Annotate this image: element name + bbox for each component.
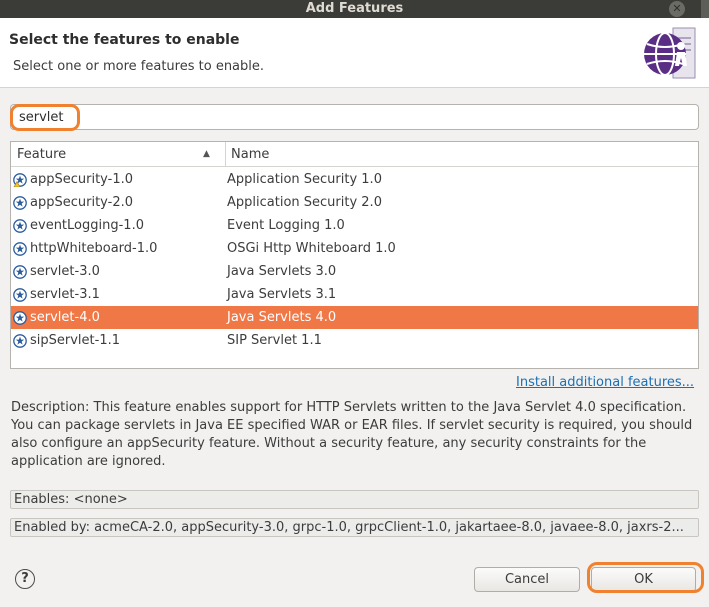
cancel-button[interactable]: Cancel — [474, 567, 580, 592]
cell-name: Java Servlets 3.1 — [227, 287, 337, 302]
help-icon: ? — [21, 571, 29, 586]
cell-feature: appSecurity-1.0 — [30, 172, 133, 187]
feature-warning-icon — [13, 173, 27, 187]
cell-feature: servlet-3.0 — [30, 264, 100, 279]
enables-field: Enables: <none> — [10, 490, 699, 509]
column-header-name[interactable]: Name — [227, 142, 269, 167]
titlebar-edge — [701, 0, 709, 18]
cell-feature: appSecurity-2.0 — [30, 195, 133, 210]
table-header: Feature ▲ Name — [11, 142, 698, 167]
filter-input[interactable] — [19, 108, 679, 126]
cell-feature: servlet-4.0 — [30, 310, 100, 325]
close-button[interactable]: ✕ — [669, 1, 685, 17]
title-bar: Add Features ✕ — [0, 0, 709, 18]
table-row[interactable]: appSecurity-1.0 Application Security 1.0 — [11, 168, 698, 191]
table-row[interactable]: servlet-3.1 Java Servlets 3.1 — [11, 283, 698, 306]
cell-name: Application Security 2.0 — [227, 195, 382, 210]
cell-feature: servlet-3.1 — [30, 287, 100, 302]
ok-button[interactable]: OK — [591, 567, 696, 592]
cell-name: Application Security 1.0 — [227, 172, 382, 187]
table-row[interactable]: eventLogging-1.0 Event Logging 1.0 — [11, 214, 698, 237]
cell-feature: sipServlet-1.1 — [30, 333, 120, 348]
feature-table: Feature ▲ Name appSecurity-1.0 Applicatio… — [10, 141, 699, 369]
cell-feature: eventLogging-1.0 — [30, 218, 144, 233]
cell-feature: httpWhiteboard-1.0 — [30, 241, 158, 256]
table-row[interactable]: servlet-4.0 Java Servlets 4.0 — [11, 306, 698, 329]
table-row[interactable]: sipServlet-1.1 SIP Servlet 1.1 — [11, 329, 698, 352]
cell-name: Event Logging 1.0 — [227, 218, 345, 233]
feature-description: Description: This feature enables suppor… — [11, 400, 693, 469]
help-button[interactable]: ? — [15, 569, 35, 589]
window-title: Add Features — [305, 1, 404, 16]
feature-icon — [13, 196, 27, 210]
cell-name: Java Servlets 3.0 — [227, 264, 337, 279]
feature-icon — [13, 288, 27, 302]
install-additional-features-link[interactable]: Install additional features... — [516, 375, 694, 390]
table-row[interactable]: servlet-3.0 Java Servlets 3.0 — [11, 260, 698, 283]
table-row[interactable]: appSecurity-2.0 Application Security 2.0 — [11, 191, 698, 214]
cell-name: OSGi Http Whiteboard 1.0 — [227, 241, 396, 256]
column-header-feature[interactable]: Feature ▲ — [11, 142, 226, 167]
feature-icon — [13, 265, 27, 279]
enabled-by-field: Enabled by: acmeCA-2.0, appSecurity-3.0,… — [10, 518, 699, 537]
dialog-header: Select the features to enable Select one… — [0, 18, 709, 88]
header-subtitle: Select one or more features to enable. — [13, 59, 265, 74]
filter-input-box[interactable] — [10, 104, 699, 130]
feature-icon — [13, 242, 27, 256]
cell-name: SIP Servlet 1.1 — [227, 333, 322, 348]
header-title: Select the features to enable — [9, 32, 240, 48]
close-icon: ✕ — [672, 2, 682, 15]
feature-icon — [13, 311, 27, 325]
cell-name: Java Servlets 4.0 — [227, 310, 337, 325]
liberty-logo-icon — [644, 27, 696, 79]
sort-ascending-icon: ▲ — [203, 149, 210, 159]
table-row[interactable]: httpWhiteboard-1.0 OSGi Http Whiteboard 1… — [11, 237, 698, 260]
feature-icon — [13, 219, 27, 233]
feature-icon — [13, 334, 27, 348]
